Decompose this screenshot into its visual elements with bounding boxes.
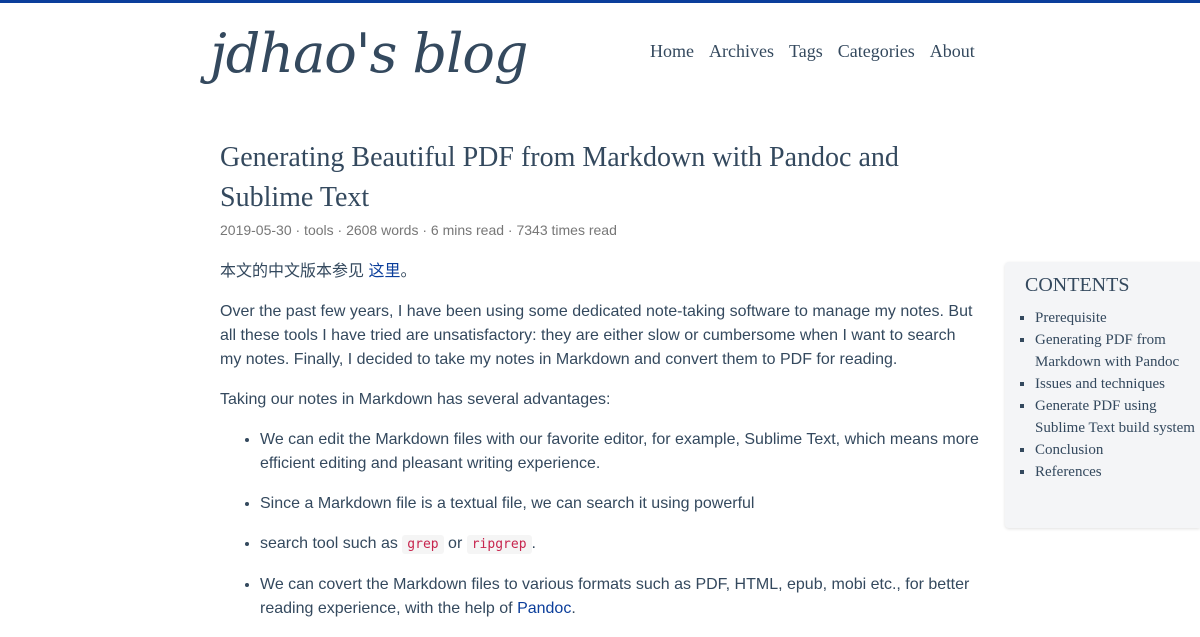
ripgrep-code: ripgrep xyxy=(466,535,532,554)
toc-item-issues[interactable]: Issues and techniques xyxy=(1035,373,1200,395)
nav-archives-link[interactable]: Archives xyxy=(704,41,774,62)
intro-paragraph: Over the past few years, I have been usi… xyxy=(220,303,973,368)
nav-categories-link[interactable]: Categories xyxy=(833,41,915,62)
list-item-text: . xyxy=(531,535,536,552)
toc-list: Prerequisite Generating PDF from Markdow… xyxy=(1025,307,1200,483)
list-item-text: or xyxy=(443,535,467,552)
nav-home-link[interactable]: Home xyxy=(645,41,694,62)
advantages-list: We can edit the Markdown files with our … xyxy=(220,428,980,621)
chinese-note-suffix: 。 xyxy=(400,263,417,280)
grep-code: grep xyxy=(402,535,444,554)
post-content: 本文的中文版本参见 这里。 Over the past few years, I… xyxy=(220,260,980,637)
list-item: search tool such as grep or ripgrep. xyxy=(260,532,980,557)
post-meta: 2019-05-30 · tools · 2608 words · 6 mins… xyxy=(220,222,617,238)
advantages-paragraph: Taking our notes in Markdown has several… xyxy=(220,391,611,408)
toc-item-generating-pdf[interactable]: Generating PDF from Markdown with Pandoc xyxy=(1035,329,1200,373)
top-accent-bar xyxy=(0,0,1200,3)
list-item: We can edit the Markdown files with our … xyxy=(260,428,980,476)
toc-item-conclusion[interactable]: Conclusion xyxy=(1035,439,1200,461)
toc-item-sublime-build[interactable]: Generate PDF using Sublime Text build sy… xyxy=(1035,395,1200,439)
toc-item-prerequisite[interactable]: Prerequisite xyxy=(1035,307,1200,329)
pandoc-link[interactable]: Pandoc xyxy=(517,600,571,617)
nav-tags-link[interactable]: Tags xyxy=(784,41,823,62)
nav-about-link[interactable]: About xyxy=(925,41,975,62)
site-logo[interactable]: jdhao's blog xyxy=(210,22,528,85)
chinese-version-note: 本文的中文版本参见 这里。 xyxy=(220,260,980,284)
chinese-version-link[interactable]: 这里 xyxy=(368,263,400,280)
main-nav: Home Archives Tags Categories About xyxy=(645,41,975,62)
post-title: Generating Beautiful PDF from Markdown w… xyxy=(220,142,899,213)
table-of-contents: CONTENTS Prerequisite Generating PDF fro… xyxy=(1005,262,1200,528)
list-item-text: . xyxy=(571,600,576,617)
toc-item-references[interactable]: References xyxy=(1035,461,1200,483)
toc-title: CONTENTS xyxy=(1025,274,1130,296)
chinese-note-text: 本文的中文版本参见 xyxy=(220,263,369,280)
list-item-text: search tool such as xyxy=(260,535,403,552)
list-item-text: We can covert the Markdown files to vari… xyxy=(260,576,970,617)
list-item: We can covert the Markdown files to vari… xyxy=(260,573,980,621)
list-item: Since a Markdown file is a textual file,… xyxy=(260,492,980,516)
